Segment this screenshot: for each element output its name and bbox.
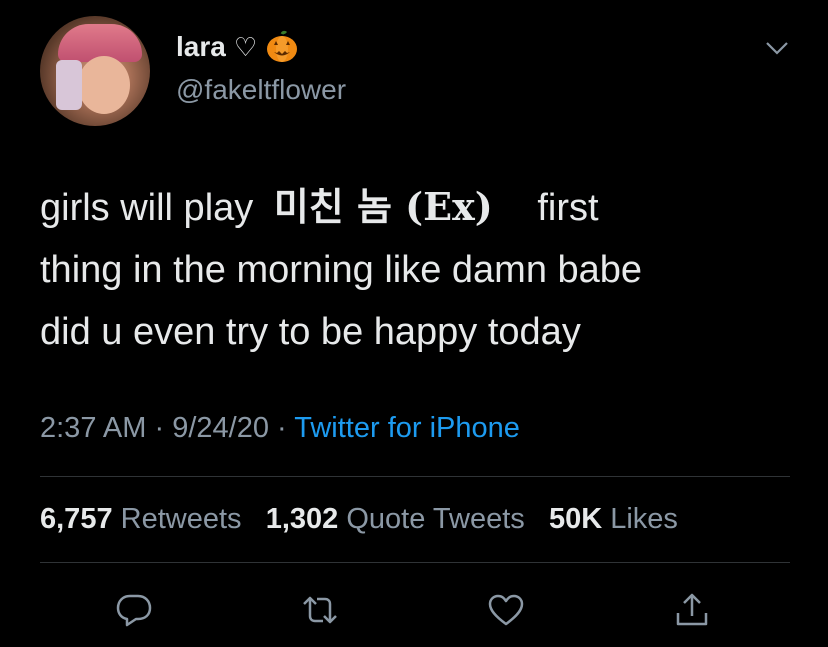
quote-tweets-stat[interactable]: 1,302 Quote Tweets [266, 503, 533, 535]
likes-count: 50K [548, 503, 603, 535]
user-handle[interactable]: @fakeltflower [176, 74, 346, 106]
share-icon [676, 593, 708, 626]
song-title: 미친 놈 (Ex) [273, 184, 493, 229]
likes-stat[interactable]: 50K Likes [549, 503, 678, 535]
tweet-text-line-3: did u even try to be happy today [40, 311, 581, 353]
display-name-row[interactable]: lara ♡ [176, 30, 299, 64]
tweet-meta: 2:37 AM · 9/24/20 · Twitter for iPhone [40, 412, 520, 445]
tweet-time[interactable]: 2:37 AM [40, 412, 146, 444]
like-icon [488, 594, 524, 626]
tweet-text: girls will play 미친 놈 (Ex) first thing in… [40, 176, 800, 363]
tweet-text-line-2: thing in the morning like damn babe [40, 249, 643, 291]
tweet-text-part2: first [537, 187, 599, 229]
tweet-actions [0, 588, 828, 632]
name-heart-symbol: ♡ [233, 31, 258, 62]
like-button[interactable] [484, 588, 528, 632]
likes-label: Likes [610, 503, 678, 535]
avatar[interactable] [40, 16, 150, 126]
share-button[interactable] [670, 588, 714, 632]
jack-o-lantern-icon [267, 30, 298, 62]
tweet-text-part1: girls will play [40, 187, 254, 229]
retweets-stat[interactable]: 6,757 Retweets [40, 503, 250, 535]
quote-tweets-label: Quote Tweets [346, 503, 525, 535]
display-name[interactable]: lara [176, 31, 226, 63]
tweet-text-line-1: girls will play 미친 놈 (Ex) first [40, 176, 800, 239]
tweet-source-link[interactable]: Twitter for iPhone [294, 412, 520, 444]
reply-icon [116, 594, 152, 627]
reply-button[interactable] [112, 588, 156, 632]
tweet-date[interactable]: 9/24/20 [172, 412, 269, 444]
divider [40, 476, 790, 477]
retweet-icon [303, 596, 337, 624]
retweets-label: Retweets [120, 503, 242, 535]
retweet-button[interactable] [298, 588, 342, 632]
meta-separator: · [277, 412, 287, 444]
tweet-detail: lara ♡ @fakeltflower girls will play 미친 … [0, 0, 828, 647]
divider [40, 562, 790, 563]
retweets-count: 6,757 [40, 503, 113, 535]
avatar-face [78, 56, 130, 114]
quote-tweets-count: 1,302 [265, 503, 339, 535]
avatar-phone [56, 60, 82, 110]
meta-separator: · [154, 412, 165, 444]
tweet-stats: 6,757 Retweets 1,302 Quote Tweets 50K Li… [40, 503, 678, 536]
chevron-down-icon[interactable] [764, 38, 790, 58]
